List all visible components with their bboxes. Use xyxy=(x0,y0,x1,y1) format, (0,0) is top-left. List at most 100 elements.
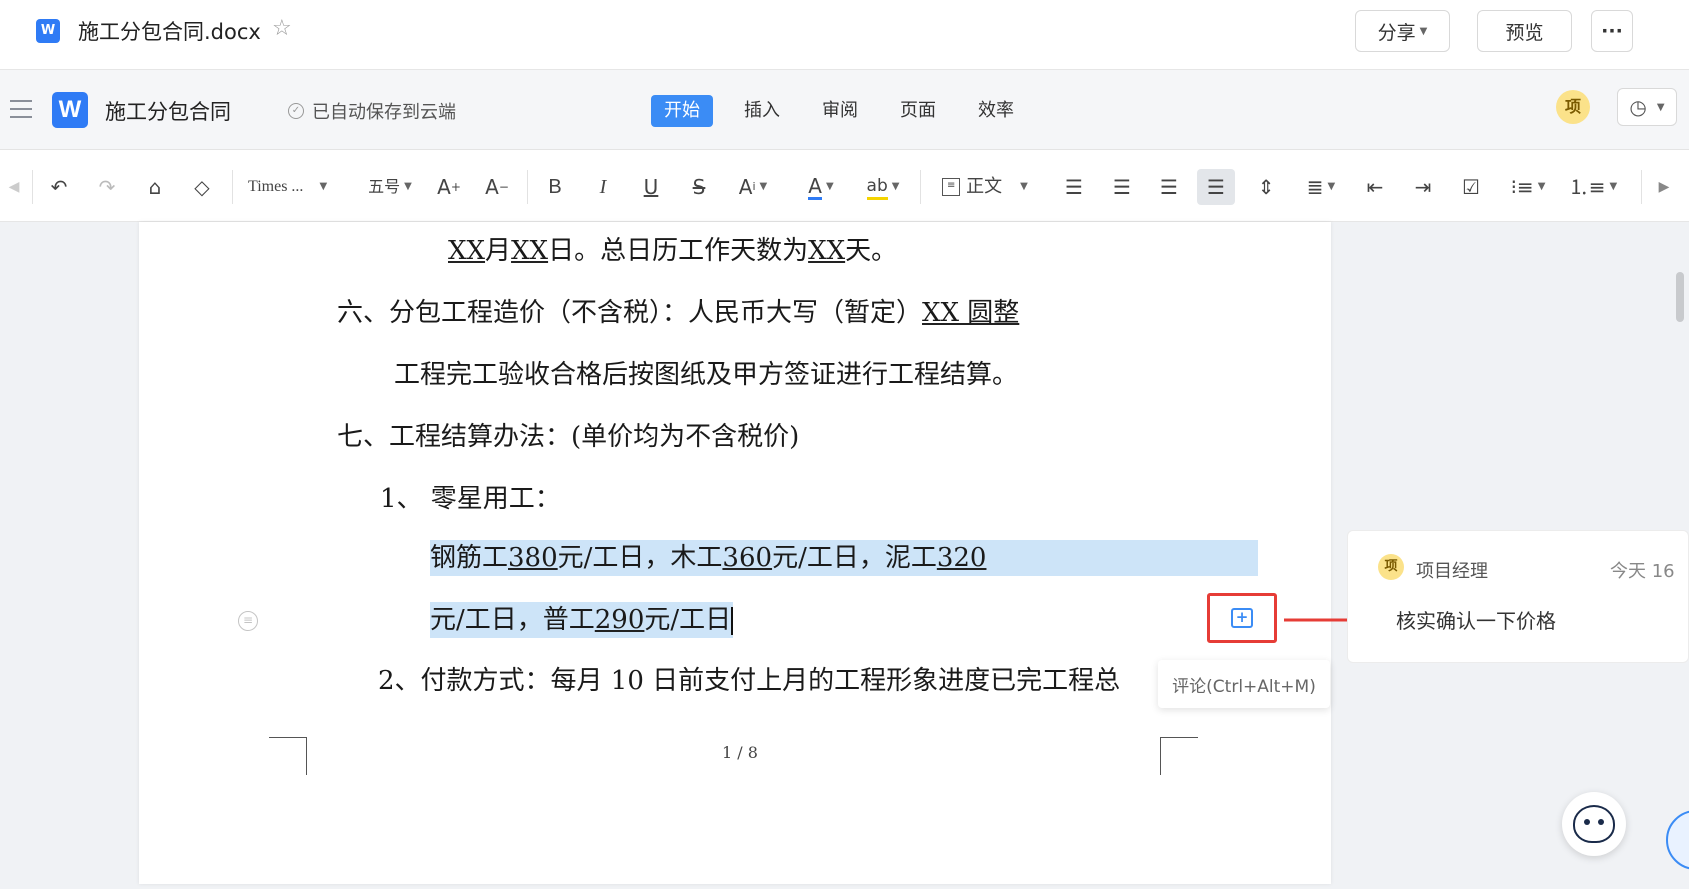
tab-insert[interactable]: 插入 xyxy=(731,95,793,127)
add-comment-icon: + xyxy=(1231,608,1253,628)
doc-text-1b: 月 xyxy=(485,236,512,266)
doc-text-6e: 元/工日，泥工 xyxy=(772,543,937,573)
doc-line-6-selected[interactable]: 钢筋工380元/工日，木工360元/工日，泥工320 xyxy=(430,540,1258,576)
underline-icon[interactable]: U xyxy=(636,172,666,202)
doc-line-8[interactable]: 2、付款方式：每月 10 日前支付上月的工程形象进度已完工程总 xyxy=(378,660,1160,697)
eraser-icon[interactable]: ◇ xyxy=(187,172,217,202)
doc-line-7-selected[interactable]: 元/工日，普工290元/工日 xyxy=(430,602,734,638)
more-button[interactable]: ··· xyxy=(1591,10,1633,52)
doc-text-1f: 天。 xyxy=(845,236,898,266)
caret-down-icon: ▼ xyxy=(1020,181,1028,192)
font-size-select[interactable]: 五号 ▼ xyxy=(360,172,420,202)
checklist-icon[interactable]: ☑ xyxy=(1456,172,1486,202)
superscript-icon[interactable]: Ai ▼ xyxy=(731,172,775,202)
doc-price-carpenter: 360 xyxy=(722,543,773,573)
doc-price-rebar: 380 xyxy=(508,543,558,573)
caret-down-icon: ▼ xyxy=(1656,101,1665,113)
caret-down-icon: ▼ xyxy=(1327,181,1336,192)
comment-time: 今天 16 xyxy=(1610,561,1675,582)
numbered-list-icon[interactable]: ⒈≡ ▼ xyxy=(1569,172,1617,202)
assistant-avatar-icon xyxy=(1573,805,1615,843)
outdent-icon[interactable]: ⇤ xyxy=(1360,172,1390,202)
align-right-icon[interactable]: ☰ xyxy=(1154,172,1184,202)
doc-fill-4: XX 圆整 xyxy=(922,298,1020,328)
assistant-side-tab[interactable] xyxy=(1666,810,1689,870)
paragraph-handle-icon[interactable]: ≡ xyxy=(238,611,258,631)
tab-page[interactable]: 页面 xyxy=(887,95,949,127)
doc-line-2[interactable]: 六、分包工程造价（不含税）：人民币大写（暂定）XX 圆整 xyxy=(337,292,1019,329)
bold-icon[interactable]: B xyxy=(540,172,570,202)
caret-down-icon: ▼ xyxy=(825,181,834,192)
grow-font-icon[interactable]: A + xyxy=(434,172,464,202)
comment-card[interactable]: 项 项目经理 今天 16 核实确认一下价格 xyxy=(1347,530,1689,663)
comment-tooltip: 评论(Ctrl+Alt+M) xyxy=(1158,660,1330,708)
doc-line-3[interactable]: 工程完工验收合格后按图纸及甲方签证进行工程结算。 xyxy=(394,354,1018,391)
history-button[interactable]: ◷ ▼ xyxy=(1617,88,1677,126)
doc-line-5[interactable]: 1、 零星用工： xyxy=(380,478,561,515)
strikethrough-icon[interactable]: S xyxy=(684,172,714,202)
text-cursor xyxy=(731,607,734,635)
doc-line-4[interactable]: 七、工程结算办法：(单价均为不含税价) xyxy=(337,416,799,453)
document-icon: W xyxy=(36,19,60,43)
caret-down-icon: ▼ xyxy=(404,181,412,192)
doc-text-7c: 元/工日 xyxy=(644,605,732,635)
indent-icon[interactable]: ⇥ xyxy=(1408,172,1438,202)
star-icon[interactable]: ☆ xyxy=(272,16,292,41)
menu-icon[interactable] xyxy=(10,100,32,124)
italic-icon[interactable]: I xyxy=(588,172,618,202)
caret-down-icon: ▼ xyxy=(319,181,328,192)
style-icon: ≡ xyxy=(942,178,961,196)
line-spacing-icon[interactable]: ⇕ xyxy=(1251,172,1281,202)
tab-review[interactable]: 审阅 xyxy=(809,95,871,127)
align-center-icon[interactable]: ☰ xyxy=(1107,172,1137,202)
caret-down-icon: ▼ xyxy=(1419,25,1428,37)
doc-text-6a: 钢筋工 xyxy=(430,543,509,573)
menu-doc-title[interactable]: 施工分包合同 xyxy=(105,96,231,126)
menu-bar: W 施工分包合同 ✓ 已自动保存到云端 开始 插入 审阅 页面 效率 项 ◷ ▼ xyxy=(0,70,1689,150)
user-avatar[interactable]: 项 xyxy=(1556,90,1590,124)
undo-icon[interactable]: ↶ xyxy=(44,172,74,202)
paragraph-style-value: 正文 xyxy=(966,176,1003,197)
doc-price-mason: 320 xyxy=(936,543,987,573)
doc-fill-2: XX xyxy=(511,236,549,266)
comment-author: 项目经理 xyxy=(1416,561,1488,582)
scroll-right-icon[interactable]: ▶ xyxy=(1654,172,1674,202)
app-logo: W xyxy=(52,92,88,128)
vertical-scrollbar[interactable] xyxy=(1676,272,1684,322)
bullet-list-icon[interactable]: ⁝≡ ▼ xyxy=(1505,172,1551,202)
add-comment-button[interactable]: + xyxy=(1207,593,1277,643)
caret-down-icon: ▼ xyxy=(1537,181,1546,192)
redo-icon[interactable]: ↷ xyxy=(92,172,122,202)
paragraph-style-select[interactable]: ≡ 正文 ▼ xyxy=(936,172,1034,202)
title-bar: W 施工分包合同.docx ☆ 分享 ▼ 预览 ··· xyxy=(0,0,1689,70)
doc-text-7a: 元/工日，普工 xyxy=(430,605,595,635)
font-name-select[interactable]: Times ... ▼ xyxy=(248,172,348,202)
caret-down-icon: ▼ xyxy=(759,181,768,192)
shrink-font-icon[interactable]: A − xyxy=(482,172,512,202)
share-label: 分享 xyxy=(1377,21,1416,44)
align-left-icon[interactable]: ☰ xyxy=(1059,172,1089,202)
document-name[interactable]: 施工分包合同.docx xyxy=(78,16,261,46)
preview-button[interactable]: 预览 xyxy=(1477,10,1572,52)
check-circle-icon: ✓ xyxy=(288,103,304,119)
formatting-toolbar: ◀ ↶ ↷ ⌂ ◇ Times ... ▼ 五号 ▼ A + A − B I U S A… xyxy=(0,150,1689,222)
font-name-value: Times ... xyxy=(248,178,304,195)
highlight-icon[interactable]: ab ▼ xyxy=(857,172,909,202)
tab-efficiency[interactable]: 效率 xyxy=(965,95,1027,127)
save-status-text: 已自动保存到云端 xyxy=(312,102,456,123)
justify-icon[interactable]: ☰ xyxy=(1197,169,1235,205)
comment-text: 核实确认一下价格 xyxy=(1396,609,1556,633)
save-status: ✓ 已自动保存到云端 xyxy=(288,98,456,124)
comment-avatar: 项 xyxy=(1378,554,1404,580)
doc-price-laborer: 290 xyxy=(594,605,645,635)
doc-line-1[interactable]: XX月XX日。总日历工作天数为XX天。 xyxy=(448,230,897,267)
paragraph-spacing-icon[interactable]: ≣ ▼ xyxy=(1298,172,1344,202)
ai-assistant-button[interactable] xyxy=(1562,792,1626,856)
scroll-left-icon[interactable]: ◀ xyxy=(6,172,22,202)
doc-fill-1: XX xyxy=(448,236,486,266)
font-color-icon[interactable]: A ▼ xyxy=(797,172,845,202)
tab-start[interactable]: 开始 xyxy=(651,95,713,127)
doc-text-6c: 元/工日，木工 xyxy=(557,543,723,573)
format-painter-icon[interactable]: ⌂ xyxy=(140,172,170,202)
share-button[interactable]: 分享 ▼ xyxy=(1355,10,1450,52)
